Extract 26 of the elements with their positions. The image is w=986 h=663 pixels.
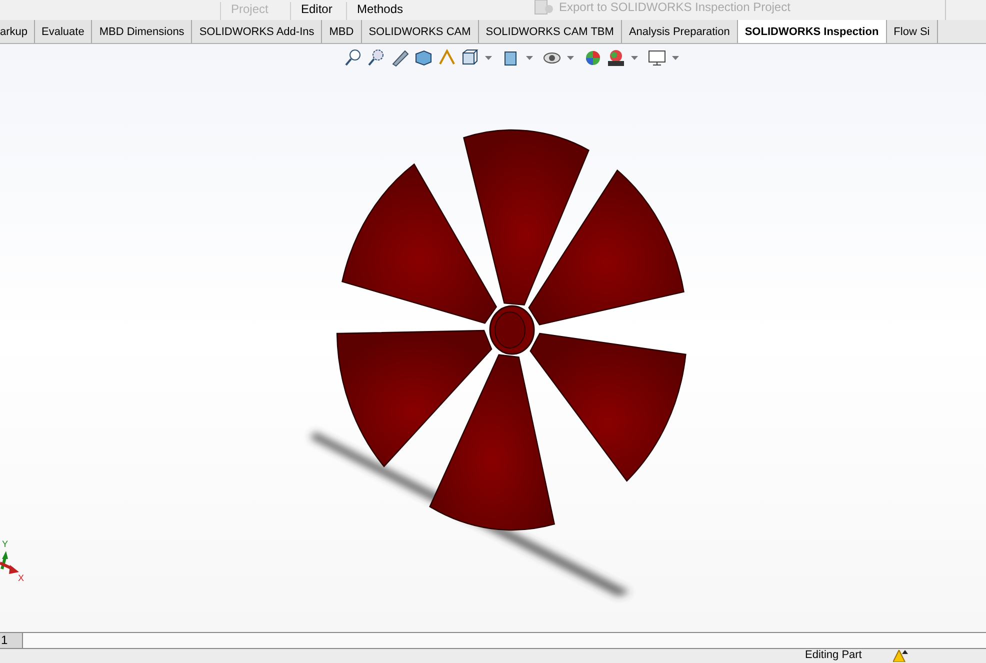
ribbon-tab[interactable]: MBD Dimensions xyxy=(92,20,192,43)
status-text: Editing Part xyxy=(805,649,862,662)
ribbon-tab[interactable]: SOLIDWORKS CAM xyxy=(362,20,479,43)
caret-icon[interactable] xyxy=(672,56,679,60)
warning-icon xyxy=(893,650,909,662)
export-icon xyxy=(534,0,554,15)
ribbon-tab[interactable]: Flow Si xyxy=(886,20,938,43)
ribbon-tab[interactable]: Evaluate xyxy=(34,20,92,43)
ribbon-tab[interactable]: MBD xyxy=(322,20,362,43)
caret-icon[interactable] xyxy=(526,56,533,60)
ribbon-tab[interactable]: Analysis Preparation xyxy=(622,20,738,43)
pencil-icon[interactable] xyxy=(391,48,411,68)
ribbon-tab[interactable]: SOLIDWORKS Inspection xyxy=(738,20,887,43)
caret-icon[interactable] xyxy=(631,56,638,60)
sheet-tab[interactable]: 1 xyxy=(0,633,23,648)
scene-sphere-icon[interactable] xyxy=(606,48,626,68)
caret-icon[interactable] xyxy=(485,56,492,60)
axis-triad-icon xyxy=(0,551,19,574)
y-axis-label: Y xyxy=(2,540,8,549)
caret-icon[interactable] xyxy=(567,56,574,60)
ribbon-tab[interactable]: SOLIDWORKS Add-Ins xyxy=(192,20,322,43)
x-axis-label: X xyxy=(18,574,24,583)
ribbon-tab[interactable]: SOLIDWORKS CAM TBM xyxy=(478,20,622,43)
ribbon-tab[interactable]: arkup xyxy=(0,20,35,43)
monitor-icon[interactable] xyxy=(647,48,667,68)
appearance-sphere-icon[interactable] xyxy=(583,48,603,68)
